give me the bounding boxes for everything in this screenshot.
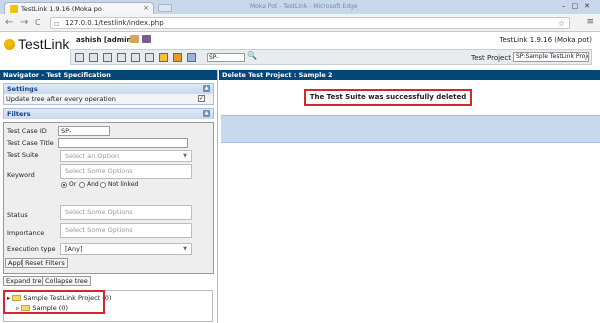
importance-label: Importance (7, 229, 45, 237)
execution-icon[interactable] (131, 53, 140, 62)
success-message: The Test Suite was successfully deleted (304, 89, 472, 106)
new-tab-button[interactable] (158, 4, 172, 12)
current-user: ashish [admin] (76, 36, 135, 44)
navigator-panel: Navigator - Test Specification Settings … (0, 70, 218, 323)
keyword-or-radio[interactable] (61, 182, 67, 188)
users-icon[interactable] (173, 53, 182, 62)
content-panel: Delete Test Project : Sample 2 The Test … (219, 70, 600, 323)
page-icon: ▫ (54, 19, 60, 28)
filters-header[interactable]: Filters ▲ (4, 109, 213, 119)
status-multiselect[interactable]: Select Some Options (60, 205, 192, 220)
user-profile-icon[interactable] (130, 35, 139, 43)
chevron-down-icon: ▼ (183, 246, 187, 252)
execution-type-label: Execution type (7, 245, 56, 253)
logout-icon[interactable] (142, 35, 151, 43)
settings-section: Settings ▲ Update tree after every opera… (3, 83, 214, 105)
test-project-select[interactable]: SP:Sample TestLink Project ▼ (513, 52, 589, 62)
test-case-id-label: Test Case ID (7, 127, 47, 135)
window-controls[interactable]: –□✕ (562, 2, 596, 10)
content-band (221, 115, 600, 143)
test-case-id-input[interactable]: SP- (58, 126, 110, 136)
test-specification-icon[interactable] (103, 53, 112, 62)
window-title: Moka Pot - TestLink - Microsoft Edge (250, 3, 358, 10)
test-plan-icon[interactable] (117, 53, 126, 62)
test-suite-label: Test Suite (7, 151, 39, 159)
testlink-logo[interactable]: TestLink (4, 36, 69, 52)
desktop-icon[interactable] (75, 53, 84, 62)
reload-icon[interactable]: C (35, 18, 41, 27)
requirements-icon[interactable] (89, 53, 98, 62)
keyword-multiselect[interactable]: Select Some Options (60, 164, 192, 179)
keyword-not-linked-radio[interactable] (100, 182, 106, 188)
keyword-label: Keyword (7, 171, 35, 179)
filters-form: Test Case ID SP- Test Case Title Test Su… (3, 122, 214, 274)
events-icon[interactable] (159, 53, 168, 62)
url-text: 127.0.0.1/testlink/index.php (65, 19, 164, 27)
settings-icon[interactable] (187, 53, 196, 62)
collapse-tree-button[interactable]: Collapse tree (42, 276, 91, 286)
keyword-and-radio[interactable] (79, 182, 85, 188)
update-tree-label: Update tree after every operation (6, 95, 116, 103)
update-tree-checkbox[interactable]: ✓ (198, 95, 205, 102)
forward-arrow-icon[interactable]: → (20, 17, 28, 28)
testlink-logo-icon (4, 39, 15, 50)
testcase-search-input[interactable]: SP- (207, 53, 245, 62)
keyword-not-linked-label: Not linked (108, 181, 139, 188)
testlink-header: TestLink ashish [admin] TestLink 1.9.16 … (0, 32, 600, 66)
reset-filters-button[interactable]: Reset Filters (22, 258, 68, 268)
filters-section: Filters ▲ (3, 108, 214, 119)
bookmark-star-icon[interactable]: ☆ (558, 18, 565, 29)
chevron-down-icon: ▼ (183, 153, 187, 159)
importance-multiselect[interactable]: Select Some Options (60, 223, 192, 238)
collapse-icon[interactable]: ▲ (203, 110, 210, 117)
tab-close-icon[interactable]: × (143, 4, 149, 12)
browser-tab-bar: TestLink 1.9.16 (Moka po × Moka Pot - Te… (0, 0, 600, 14)
test-case-title-input[interactable] (58, 138, 188, 148)
keyword-and-label: And (87, 181, 99, 188)
update-tree-row: Update tree after every operation ✓ (4, 94, 213, 104)
highlight-box (3, 290, 105, 314)
keyword-or-label: Or (69, 181, 77, 188)
browser-tab[interactable]: TestLink 1.9.16 (Moka po × (4, 2, 154, 14)
reports-icon[interactable] (145, 53, 154, 62)
test-case-title-label: Test Case Title (7, 139, 54, 147)
main-toolbar: SP- 🔍 Test Project SP:Sample TestLink Pr… (70, 49, 592, 65)
search-icon[interactable]: 🔍 (247, 51, 257, 60)
browser-menu-icon[interactable]: ≡ (586, 17, 594, 27)
testlink-favicon-icon (10, 5, 18, 13)
content-title: Delete Test Project : Sample 2 (219, 70, 600, 80)
status-label: Status (7, 211, 28, 219)
test-project-label: Test Project (471, 54, 511, 62)
url-input[interactable]: ▫ 127.0.0.1/testlink/index.php ☆ (50, 17, 570, 29)
test-suite-select[interactable]: Select an Option ▼ (60, 150, 192, 162)
collapse-icon[interactable]: ▲ (203, 85, 210, 92)
tab-title: TestLink 1.9.16 (Moka po (21, 5, 102, 13)
version-label: TestLink 1.9.16 (Moka pot) (499, 36, 592, 44)
address-bar-row: ← → C ▫ 127.0.0.1/testlink/index.php ☆ ≡ (0, 14, 600, 32)
settings-header[interactable]: Settings ▲ (4, 84, 213, 94)
navigator-title: Navigator - Test Specification (0, 70, 217, 80)
back-arrow-icon[interactable]: ← (5, 17, 13, 28)
execution-type-select[interactable]: [Any] ▼ (60, 243, 192, 255)
